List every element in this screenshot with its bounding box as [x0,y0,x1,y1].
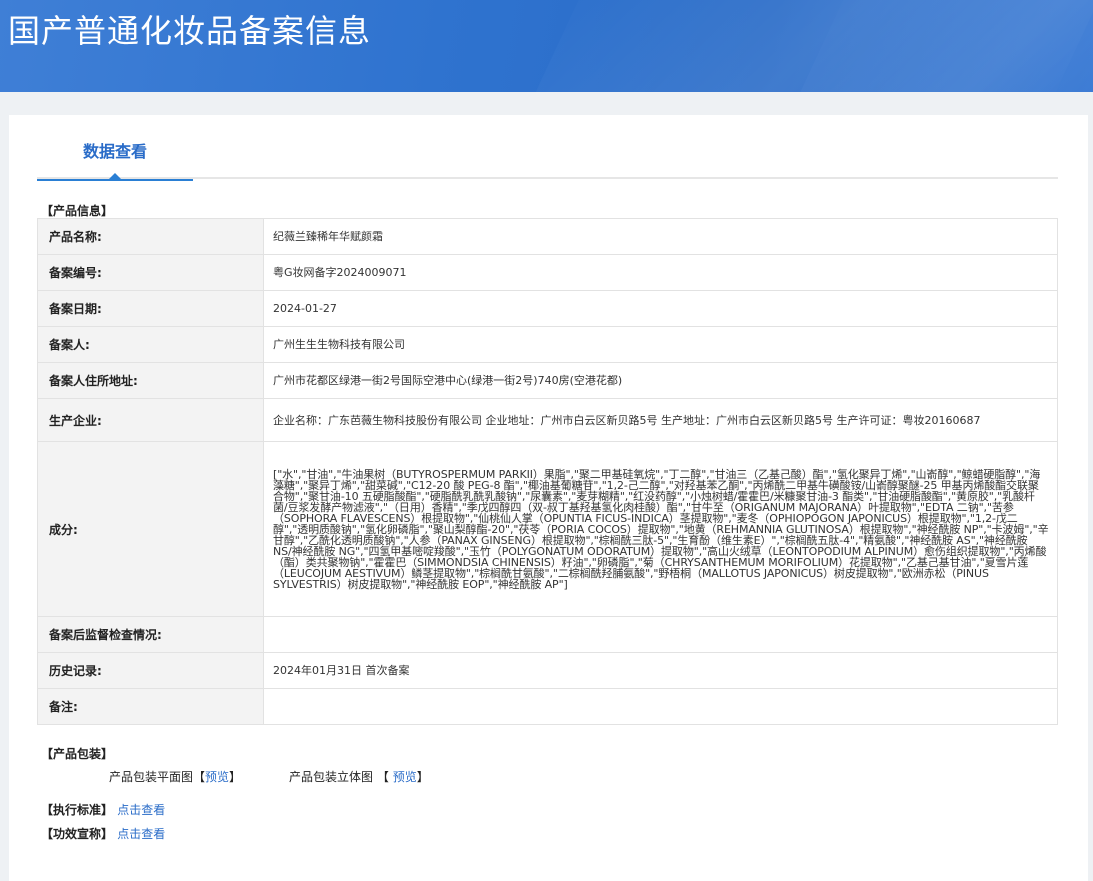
tab-bar: 数据查看 [37,141,1058,181]
ingredients-value: ["水","甘油","牛油果树（BUTYROSPERMUM PARKII）果脂"… [263,441,1058,617]
main-panel: 数据查看 【产品信息】 产品名称: 纪薇兰臻稀年华赋颜霜 备案编号: 粤G妆网备… [9,115,1088,881]
table-row: 备案编号: 粤G妆网备字2024009071 [37,254,1058,291]
row-label: 备案编号: [37,254,264,291]
packaging-solid-preview-link[interactable]: 预览 [393,770,417,784]
manufacturer-value: 企业名称：广东芭薇生物科技股份有限公司 企业地址：广州市白云区新贝路5号 生产地… [263,398,1058,442]
bracket: 】 [416,770,429,784]
product-name-value: 纪薇兰臻稀年华赋颜霜 [263,218,1058,255]
bracket: 【 [376,770,389,784]
table-row: 备案人住所地址: 广州市花都区绿港一街2号国际空港中心(绿港一街2号)740房(… [37,362,1058,399]
standard-view-link[interactable]: 点击查看 [117,803,165,817]
top-banner: 国产普通化妆品备案信息 [0,0,1093,92]
packaging-solid: 产品包装立体图 【 预览】 [289,768,429,785]
packaging-solid-label: 产品包装立体图 [289,770,374,784]
section-efficacy-label: 【功效宣称】 [41,827,114,841]
efficacy-view-link[interactable]: 点击查看 [117,827,165,841]
remarks-value [263,688,1058,725]
table-row: 备案日期: 2024-01-27 [37,290,1058,327]
bracket: 】 [229,770,242,784]
row-label: 备案后监督检查情况: [37,616,264,653]
row-label: 生产企业: [37,398,264,442]
row-label: 成分: [37,441,264,617]
table-row: 历史记录: 2024年01月31日 首次备案 [37,652,1058,689]
table-row: 生产企业: 企业名称：广东芭薇生物科技股份有限公司 企业地址：广州市白云区新贝路… [37,398,1058,442]
section-packaging: 【产品包装】 [41,747,114,761]
table-row: 产品名称: 纪薇兰臻稀年华赋颜霜 [37,218,1058,255]
history-value: 2024年01月31日 首次备案 [263,652,1058,689]
table-row: 备案后监督检查情况: [37,616,1058,653]
section-efficacy: 【功效宣称】 点击查看 [41,825,165,842]
table-row: 备注: [37,688,1058,725]
product-info-table: 产品名称: 纪薇兰臻稀年华赋颜霜 备案编号: 粤G妆网备字2024009071 … [37,218,1058,725]
row-label: 备案人住所地址: [37,362,264,399]
registration-date-value: 2024-01-27 [263,290,1058,327]
registrant-address-value: 广州市花都区绿港一街2号国际空港中心(绿港一街2号)740房(空港花都) [263,362,1058,399]
page-title: 国产普通化妆品备案信息 [8,12,372,50]
packaging-flat-label: 产品包装平面图 [109,770,194,784]
tab-label: 数据查看 [82,142,147,161]
table-row: 成分: ["水","甘油","牛油果树（BUTYROSPERMUM PARKII… [37,441,1058,617]
bracket: 【 [193,770,206,784]
registration-number-value: 粤G妆网备字2024009071 [263,254,1058,291]
row-label: 产品名称: [37,218,264,255]
tab-active-indicator-icon [109,173,121,179]
section-standard-label: 【执行标准】 [41,803,114,817]
row-label: 备案日期: [37,290,264,327]
table-row: 备案人: 广州生生生物科技有限公司 [37,326,1058,363]
row-label: 历史记录: [37,652,264,689]
packaging-flat-preview-link[interactable]: 预览 [205,770,229,784]
supervision-value [263,616,1058,653]
section-standard: 【执行标准】 点击查看 [41,801,165,818]
section-product-info: 【产品信息】 [41,204,114,218]
tab-data-view[interactable]: 数据查看 [37,141,193,181]
row-label: 备案人: [37,326,264,363]
packaging-flat: 产品包装平面图【预览】 [109,768,241,785]
row-label: 备注: [37,688,264,725]
registrant-value: 广州生生生物科技有限公司 [263,326,1058,363]
